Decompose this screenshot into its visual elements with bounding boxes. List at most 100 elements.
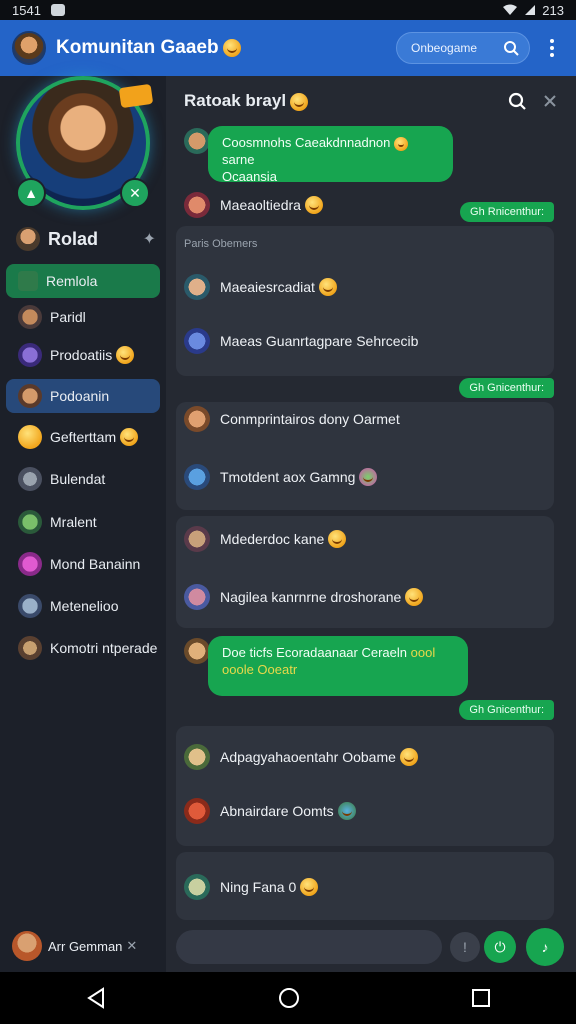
sidebar-item-bulendat[interactable]: Bulendat (6, 462, 160, 496)
chat-header: Ratoak brayl (166, 76, 576, 126)
user-avatar (184, 192, 210, 218)
back-icon[interactable] (85, 987, 107, 1009)
chat-title: Ratoak brayl (184, 91, 309, 111)
sidebar-item-paridl[interactable]: Paridl (6, 300, 160, 334)
recents-icon[interactable] (471, 988, 491, 1008)
user-avatar (184, 638, 210, 664)
status-time: 1541 (12, 2, 41, 18)
sidebar-item-metenelioo[interactable]: Metenelioo (6, 589, 160, 623)
app-title: Komunitan Gaaeb (56, 37, 241, 59)
tag-text: Gh Gnicenthur: (469, 704, 544, 716)
current-user[interactable]: Arr Gemman ✕ (12, 930, 158, 962)
search-input[interactable]: Onbeogame (396, 32, 530, 64)
chat-title-text: Ratoak brayl (184, 91, 287, 110)
sidebar-item-label: Podoanin (50, 388, 110, 404)
sidebar-item-label: Prodoatiis (50, 347, 113, 363)
current-user-name: Arr Gemman (48, 938, 123, 954)
message-text: Conmprintairos dony Oarmet (220, 411, 400, 427)
chat-message[interactable]: Mdederdoc kane (184, 526, 347, 552)
message-text: Maeaiesrcadiat (220, 279, 315, 295)
user-avatar (184, 744, 210, 770)
user-avatar (184, 406, 210, 432)
message-bubble[interactable]: Doe ticfs Ecoradaanaar Ceraeln oool oool… (208, 636, 468, 696)
info-icon[interactable]: ! (450, 932, 480, 962)
sidebar-item-label: Remlola (46, 273, 98, 289)
status-right: 213 (502, 3, 564, 18)
gift-emoji-icon (337, 802, 356, 820)
user-avatar (184, 128, 210, 154)
chat-message[interactable]: Abnairdare Oomts (184, 798, 356, 824)
tag-text: Gh Rnicenthur: (470, 206, 544, 218)
gift-emoji-icon (359, 468, 378, 486)
more-menu-icon[interactable] (540, 32, 564, 64)
chat-message[interactable]: Ning Fana 0 (184, 874, 319, 900)
profile-row[interactable]: Rolad ✦ (16, 224, 156, 254)
message-input[interactable] (176, 930, 442, 964)
pin-icon[interactable]: ✦ (143, 229, 156, 249)
user-avatar (184, 328, 210, 354)
chat-message[interactable]: Nagilea kanrnrne droshorane (184, 584, 424, 610)
message-text: Ocaansia (222, 169, 277, 184)
sidebar-item-mond-banainn[interactable]: Mond Banainn (6, 547, 160, 581)
status-tag: Gh Gnicenthur: (459, 378, 554, 398)
chat-message[interactable]: Maeaiesrcadiat (184, 274, 337, 300)
sidebar-item-komotri[interactable]: Komotri ntperade (6, 631, 160, 665)
chat-message[interactable]: Maeaoltiedra (184, 192, 323, 218)
chat-message[interactable]: Tmotdent aox Gamng (184, 464, 378, 490)
status-tag: Gh Gnicenthur: (459, 700, 554, 720)
user-avatar (18, 594, 42, 618)
system-nav-bar (0, 972, 576, 1024)
app-title-text: Komunitan Gaaeb (56, 37, 219, 58)
smile-emoji-icon (304, 196, 323, 214)
close-icon[interactable] (542, 93, 558, 109)
search-placeholder: Onbeogame (411, 41, 478, 55)
chat-message[interactable]: Maeas Guanrtagpare Sehrcecib (184, 328, 418, 354)
shuffle-icon[interactable]: ✕ (120, 178, 150, 208)
user-avatar (184, 798, 210, 824)
power-icon[interactable]: ⏻ (484, 931, 516, 963)
user-avatar (18, 510, 42, 534)
smile-emoji-icon (328, 530, 347, 548)
user-avatar (184, 274, 210, 300)
profile-hero: ▲ ✕ (14, 76, 154, 210)
sidebar-item-label: Mond Banainn (50, 556, 141, 572)
send-icon[interactable]: ♪ (526, 928, 564, 966)
close-icon[interactable]: ✕ (126, 938, 137, 954)
sidebar-item-label: Gefterttam (50, 429, 117, 445)
chat-message[interactable]: Conmprintairos dony Oarmet (184, 406, 400, 432)
search-icon[interactable] (508, 92, 526, 110)
message-text: Adpagyahaoentahr Oobame (220, 749, 396, 765)
message-bubble[interactable]: Coosmnohs Caeakdnnadnon sarne Ocaansia (208, 126, 453, 184)
user-avatar (184, 874, 210, 900)
sidebar-item-remlola[interactable]: Remlola (6, 264, 160, 298)
app-avatar[interactable] (12, 31, 46, 65)
sidebar-item-label: Mralent (50, 514, 97, 530)
message-text: oool (410, 645, 436, 660)
message-text: Mdederdoc kane (220, 531, 325, 547)
status-bar: 1541 213 (0, 0, 576, 20)
tag-text: Gh Gnicenthur: (469, 382, 544, 394)
message-text: Abnairdare Oomts (220, 803, 334, 819)
user-avatar (184, 464, 210, 490)
user-avatar (18, 343, 42, 367)
message-text: Coosmnohs Caeakdnnadnon (222, 135, 391, 150)
search-icon[interactable] (503, 40, 519, 56)
sidebar-item-mralent[interactable]: Mralent (6, 505, 160, 539)
section-label: Paris Obemers (184, 238, 258, 250)
smile-emoji-icon (399, 748, 418, 766)
sidebar-item-label: Komotri ntperade (50, 640, 158, 656)
sidebar: ▲ ✕ Rolad ✦ Remlola Paridl Prodoatiis Po… (0, 76, 166, 972)
smile-emoji-icon (394, 136, 409, 151)
sidebar-item-label: Paridl (50, 309, 86, 325)
wifi-icon (503, 4, 518, 15)
user-avatar (184, 584, 210, 610)
home-icon[interactable]: ▲ (16, 178, 46, 208)
sidebar-item-label: Metenelioo (50, 598, 119, 614)
sidebar-item-prodoatiis[interactable]: Prodoatiis (6, 338, 160, 372)
message-text: Ning Fana 0 (220, 879, 297, 895)
sidebar-item-gefterttam[interactable]: Gefterttam (6, 420, 160, 454)
home-icon[interactable] (278, 987, 300, 1009)
battery-level: 213 (542, 2, 564, 18)
sidebar-item-podoanin[interactable]: Podoanin (6, 379, 160, 413)
chat-message[interactable]: Adpagyahaoentahr Oobame (184, 744, 418, 770)
